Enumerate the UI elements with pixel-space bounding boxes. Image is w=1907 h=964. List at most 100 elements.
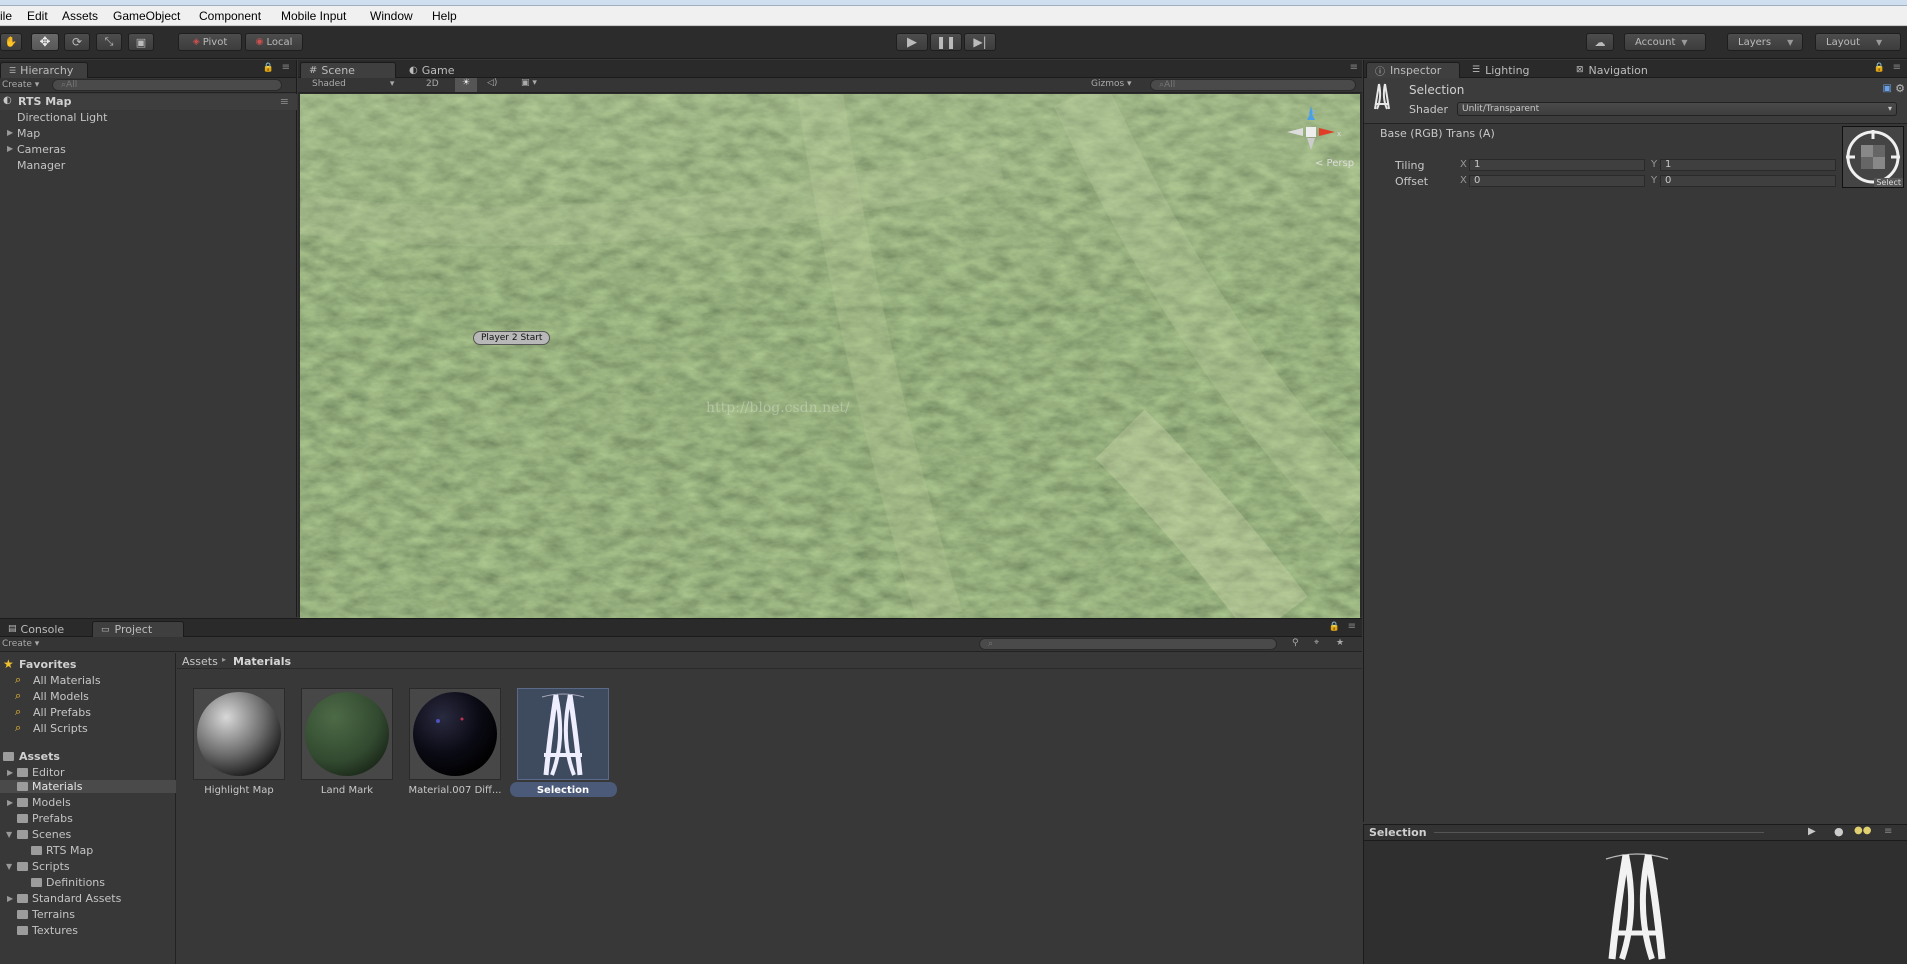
expand-arrow-icon[interactable]: ▶: [7, 128, 13, 137]
hand-tool-button[interactable]: ✋: [0, 33, 22, 51]
asset-label[interactable]: Highlight Map: [184, 785, 294, 796]
panel-menu-icon[interactable]: ≡: [1884, 826, 1892, 837]
panel-menu-icon[interactable]: ≡: [282, 62, 290, 73]
favorites-label[interactable]: Favorites: [19, 658, 76, 671]
favorite-all-models[interactable]: All Models: [33, 690, 89, 703]
gizmos-dropdown[interactable]: Gizmos ▾: [1091, 79, 1132, 89]
preview-lights-icon[interactable]: ●●: [1854, 825, 1871, 836]
tab-navigation[interactable]: ⊠ Navigation: [1568, 62, 1668, 78]
favorite-all-scripts[interactable]: All Scripts: [33, 722, 88, 735]
menu-window[interactable]: Window: [370, 9, 413, 23]
asset-thumb-material-007[interactable]: [409, 688, 501, 780]
perspective-label[interactable]: < Persp: [1315, 158, 1354, 169]
scene-menu-icon[interactable]: ≡: [280, 95, 289, 108]
player-start-label[interactable]: Player 2 Start: [473, 331, 551, 345]
pause-button[interactable]: ❚❚: [930, 33, 962, 51]
account-dropdown[interactable]: Account ▼: [1624, 33, 1706, 51]
preview-play-icon[interactable]: ▶: [1808, 826, 1816, 837]
folder-row[interactable]: ▼ Scenes: [0, 828, 176, 841]
hierarchy-item-manager[interactable]: Manager: [17, 159, 65, 172]
menu-gameobject[interactable]: GameObject: [113, 9, 180, 23]
rotate-tool-button[interactable]: ⟳: [64, 33, 90, 51]
folder-row[interactable]: Terrains: [0, 908, 176, 921]
hierarchy-create-button[interactable]: Create ▾: [2, 80, 39, 90]
preview-drag-handle[interactable]: [1434, 832, 1764, 833]
folder-row[interactable]: RTS Map: [0, 844, 176, 857]
scale-tool-button[interactable]: ⤡: [96, 33, 122, 51]
filter-by-type-icon[interactable]: ⚲: [1292, 638, 1299, 648]
asset-label-selected[interactable]: Selection: [508, 785, 618, 796]
shading-mode-dropdown[interactable]: Shaded ▾: [312, 79, 394, 89]
gizmo-x-cone[interactable]: [1319, 128, 1335, 136]
gizmo-y-cone[interactable]: [1307, 138, 1315, 150]
preview-sphere-icon[interactable]: ●: [1834, 825, 1844, 838]
help-book-icon[interactable]: ▣: [1883, 83, 1892, 94]
menu-help[interactable]: Help: [432, 9, 457, 23]
cloud-button[interactable]: ☁: [1586, 33, 1614, 51]
layers-dropdown[interactable]: Layers ▼: [1727, 33, 1803, 51]
menu-file[interactable]: ile: [0, 9, 12, 23]
menu-component[interactable]: Component: [199, 9, 261, 23]
folder-row[interactable]: Definitions: [0, 876, 176, 889]
menu-assets[interactable]: Assets: [62, 9, 98, 23]
gear-icon[interactable]: ⚙: [1895, 82, 1905, 95]
lock-icon[interactable]: 🔒: [1329, 622, 1340, 632]
rect-tool-button[interactable]: ▣: [128, 33, 154, 51]
lock-icon[interactable]: 🔒: [263, 63, 274, 73]
hierarchy-search-input[interactable]: ⌕All: [52, 79, 282, 91]
asset-thumb-highlight-map[interactable]: [193, 688, 285, 780]
hierarchy-item-map[interactable]: Map: [17, 127, 40, 140]
folder-row[interactable]: ▶ Editor: [0, 766, 176, 779]
folder-row[interactable]: ▼ Scripts: [0, 860, 176, 873]
folder-row-selected[interactable]: Materials: [0, 780, 176, 793]
folder-row[interactable]: ▶ Standard Assets: [0, 892, 176, 905]
hierarchy-item-cameras[interactable]: Cameras: [17, 143, 66, 156]
scene-lighting-toggle[interactable]: ☀: [455, 78, 477, 92]
step-button[interactable]: ▶|: [964, 33, 996, 51]
move-tool-button[interactable]: ✥: [31, 33, 59, 51]
folder-row[interactable]: Prefabs: [0, 812, 176, 825]
panel-menu-icon[interactable]: ≡: [1350, 62, 1358, 73]
asset-label[interactable]: Material.007 Diff...: [400, 785, 510, 796]
offset-y-field[interactable]: 0: [1660, 175, 1836, 187]
texture-select-button[interactable]: Select: [1874, 178, 1903, 187]
folder-row[interactable]: Textures: [0, 924, 176, 937]
expand-arrow-icon[interactable]: ▶: [7, 894, 13, 903]
toggle-2d-button[interactable]: 2D: [426, 79, 439, 89]
asset-thumb-land-mark[interactable]: [301, 688, 393, 780]
shader-dropdown[interactable]: Unlit/Transparent ▾: [1457, 102, 1897, 116]
tab-console[interactable]: ▤ Console: [0, 621, 88, 637]
layout-dropdown[interactable]: Layout ▼: [1815, 33, 1901, 51]
tab-game[interactable]: ◐ Game: [401, 62, 471, 78]
lock-icon[interactable]: 🔒: [1874, 63, 1885, 73]
favorite-star-icon[interactable]: ★: [1336, 638, 1344, 648]
assets-root-label[interactable]: Assets: [19, 750, 60, 763]
local-toggle[interactable]: ◉ Local: [245, 33, 303, 51]
gizmo-negx-cone[interactable]: [1287, 128, 1303, 136]
tiling-x-field[interactable]: 1: [1469, 159, 1645, 171]
tiling-y-field[interactable]: 1: [1660, 159, 1836, 171]
scene-viewport[interactable]: z x < Persp Player 2 Start http://blog.c…: [300, 94, 1360, 618]
scene-effects-toggle[interactable]: ▣ ▾: [521, 78, 537, 88]
play-button[interactable]: ▶: [896, 33, 928, 51]
folder-row[interactable]: ▶ Models: [0, 796, 176, 809]
tab-project[interactable]: ▭ Project: [92, 621, 184, 637]
collapse-arrow-icon[interactable]: ▼: [6, 830, 12, 839]
tab-inspector[interactable]: ⓘ Inspector: [1366, 62, 1460, 78]
tab-scene[interactable]: # Scene: [300, 62, 396, 78]
pivot-toggle[interactable]: ◈ Pivot: [178, 33, 242, 51]
collapse-arrow-icon[interactable]: ▼: [6, 862, 12, 871]
scene-audio-toggle[interactable]: ◁): [487, 78, 497, 88]
offset-x-field[interactable]: 0: [1469, 175, 1645, 187]
asset-thumb-selection[interactable]: [517, 688, 609, 780]
tab-hierarchy[interactable]: ☰ Hierarchy: [0, 62, 88, 78]
expand-arrow-icon[interactable]: ▶: [7, 768, 13, 777]
asset-label[interactable]: Land Mark: [292, 785, 402, 796]
expand-arrow-icon[interactable]: ▶: [7, 798, 13, 807]
menu-mobile-input[interactable]: Mobile Input: [281, 9, 346, 23]
breadcrumb-materials[interactable]: Materials: [233, 655, 291, 668]
tab-lighting[interactable]: ☰ Lighting: [1464, 62, 1544, 78]
filter-by-label-icon[interactable]: ⌖: [1314, 638, 1319, 648]
gizmo-center-cube[interactable]: [1306, 127, 1316, 137]
expand-arrow-icon[interactable]: ▶: [7, 144, 13, 153]
